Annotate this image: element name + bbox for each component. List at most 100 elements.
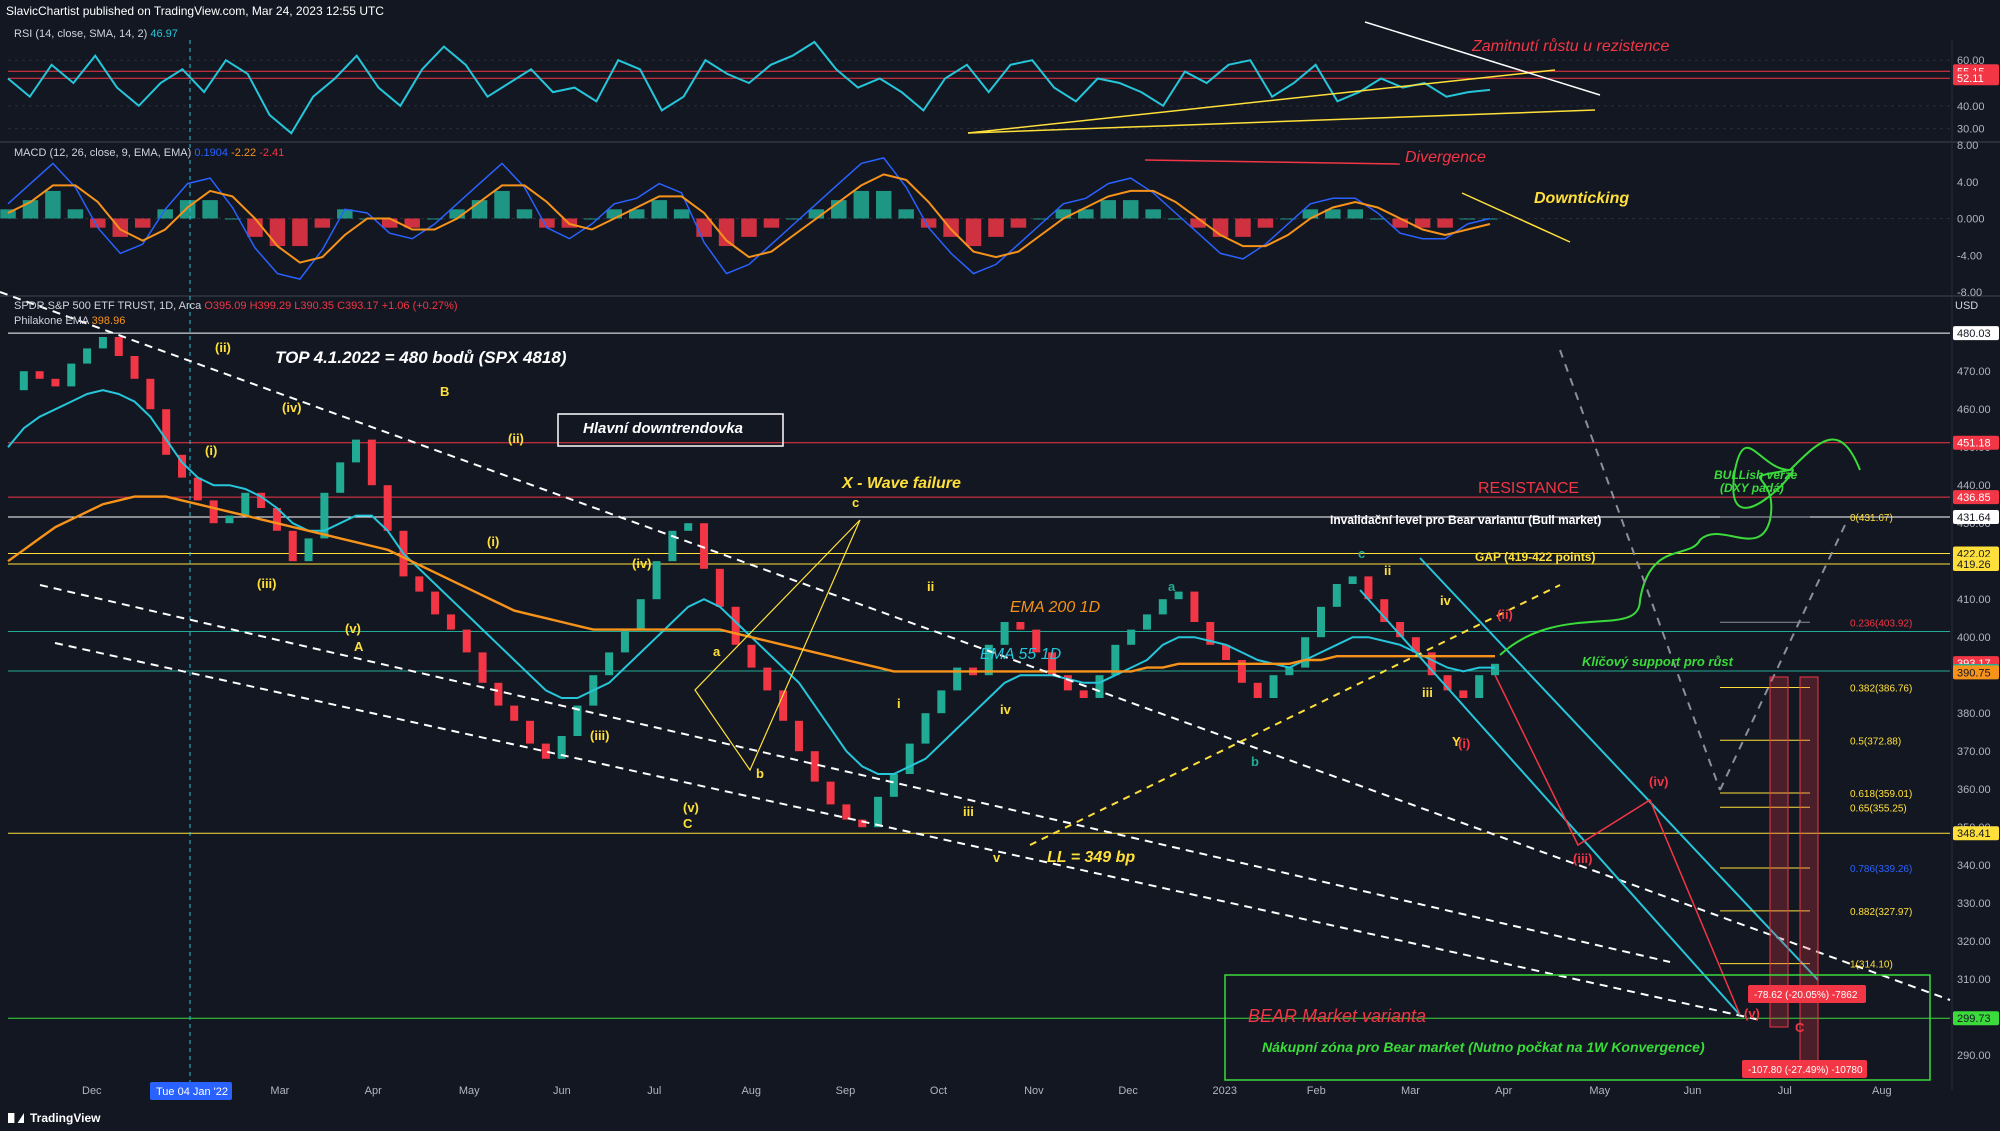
price-candle-21[interactable] (336, 462, 345, 493)
price-candle-24[interactable] (383, 485, 392, 531)
price-candle-23[interactable] (367, 439, 376, 486)
x-tick-7: Aug (741, 1085, 761, 1097)
price-candle-85[interactable] (1348, 576, 1357, 584)
price-candle-57[interactable] (905, 743, 914, 774)
rsi-value: 46.97 (150, 28, 178, 40)
price-annotation-5: GAP (419-422 points) (1475, 550, 1595, 564)
price-candle-75[interactable] (1190, 591, 1199, 622)
price-candle-63[interactable] (1000, 622, 1009, 645)
macd-histogram-bar-56 (1257, 218, 1274, 228)
ema-55-line[interactable] (7, 389, 1495, 775)
x-tick-4: May (459, 1085, 480, 1097)
price-candle-53[interactable] (842, 804, 851, 820)
macd-histogram-bar-12 (269, 218, 286, 247)
price-candle-19[interactable] (304, 538, 313, 562)
price-annotation-0: TOP 4.1.2022 = 480 bodů (SPX 4818) (275, 348, 567, 367)
price-candle-40[interactable] (636, 599, 645, 630)
macd-value-3: -2.41 (259, 147, 285, 159)
macd-histogram-bar-65 (1459, 218, 1476, 220)
price-candle-56[interactable] (889, 774, 898, 797)
price-candle-1[interactable] (19, 371, 28, 391)
price-candle-50[interactable] (794, 720, 803, 752)
price-candle-94[interactable] (1491, 663, 1499, 676)
price-candle-93[interactable] (1475, 675, 1484, 698)
price-candle-14[interactable] (225, 515, 234, 524)
price-candle-52[interactable] (826, 781, 835, 805)
price-candle-9[interactable] (146, 378, 155, 410)
blue-channel-upper (1419, 557, 1819, 981)
price-candle-55[interactable] (874, 796, 883, 828)
price-candle-33[interactable] (526, 720, 535, 744)
fib-label-1: 0.236(403.92) (1850, 618, 1912, 629)
price-candle-28[interactable] (446, 614, 455, 630)
price-candle-82[interactable] (1301, 637, 1310, 668)
price-candle-47[interactable] (747, 644, 756, 668)
price-candle-18[interactable] (288, 530, 297, 562)
price-annotation-10: (DXY padá) (1720, 481, 1784, 495)
price-candle-43[interactable] (684, 523, 693, 531)
price-candle-68[interactable] (1079, 690, 1088, 698)
price-candle-4[interactable] (67, 363, 76, 387)
macd-tick-3: -4.00 (1957, 250, 1982, 262)
price-candle-69[interactable] (1095, 675, 1104, 698)
price-candle-59[interactable] (937, 690, 946, 714)
price-annotation-2: X - Wave failure (841, 475, 961, 492)
price-tick-11: 360.00 (1957, 784, 1991, 796)
price-candle-51[interactable] (810, 751, 819, 782)
price-candle-13[interactable] (209, 500, 218, 524)
price-candle-58[interactable] (921, 713, 930, 744)
price-candle-41[interactable] (652, 561, 661, 600)
price-candle-29[interactable] (462, 629, 471, 653)
price-tag-0: 480.03 (1957, 328, 1991, 340)
price-candle-92[interactable] (1459, 690, 1468, 698)
price-candle-79[interactable] (1253, 682, 1262, 698)
price-candle-39[interactable] (620, 629, 629, 653)
price-candle-30[interactable] (478, 652, 487, 683)
price-candle-74[interactable] (1174, 591, 1183, 600)
price-candle-6[interactable] (98, 337, 107, 349)
price-tick-1: 460.00 (1957, 404, 1991, 416)
price-annotation-9: BULLish verze (1714, 468, 1798, 482)
price-candle-83[interactable] (1316, 606, 1325, 638)
price-candle-32[interactable] (510, 705, 519, 721)
price-candle-7[interactable] (114, 337, 123, 356)
macd-histogram-bar-33 (741, 218, 757, 237)
fib-label-5: 0.65(355.25) (1850, 803, 1907, 814)
price-candle-27[interactable] (431, 591, 440, 615)
wave-label-5: A (354, 639, 364, 654)
price-candle-8[interactable] (130, 356, 139, 379)
price-candle-31[interactable] (494, 682, 503, 706)
price-candle-45[interactable] (715, 568, 724, 607)
price-annotation-7: EMA 55 1D (980, 646, 1062, 663)
price-candle-71[interactable] (1127, 629, 1136, 645)
price-candle-26[interactable] (415, 576, 424, 592)
price-candle-73[interactable] (1158, 599, 1167, 615)
price-candle-48[interactable] (763, 667, 772, 691)
rsi-line[interactable] (7, 40, 1491, 135)
price-candle-5[interactable] (83, 348, 92, 364)
price-candle-3[interactable] (51, 378, 60, 387)
macd-histogram-bar-32 (718, 218, 735, 247)
price-candle-81[interactable] (1285, 667, 1294, 676)
price-tick-6: 410.00 (1957, 594, 1991, 606)
price-candle-2[interactable] (35, 371, 44, 379)
price-candle-72[interactable] (1142, 614, 1151, 630)
x-tick-10: Nov (1024, 1085, 1044, 1097)
macd-histogram-bar-43 (965, 218, 982, 247)
price-tick-15: 320.00 (1957, 936, 1991, 948)
price-candle-64[interactable] (1016, 622, 1025, 630)
price-tag-3: 431.64 (1957, 512, 1991, 524)
macd-histogram-bar-45 (1010, 218, 1027, 228)
price-candle-10[interactable] (162, 409, 171, 455)
chart-canvas[interactable]: 60.0040.0030.0055.1552.11Zamitnutí růstu… (0, 0, 2000, 1131)
price-candle-22[interactable] (352, 439, 361, 463)
price-candle-12[interactable] (193, 477, 202, 501)
x-tick-14: Mar (1401, 1085, 1420, 1097)
price-candle-15[interactable] (241, 492, 250, 516)
fib-label-8: 1(314.10) (1850, 960, 1893, 971)
x-tick-11: Dec (1118, 1085, 1138, 1097)
price-candle-80[interactable] (1269, 675, 1278, 698)
price-candle-84[interactable] (1332, 584, 1341, 607)
price-candle-38[interactable] (605, 652, 614, 676)
price-annotation-3: RESISTANCE (1478, 480, 1579, 497)
